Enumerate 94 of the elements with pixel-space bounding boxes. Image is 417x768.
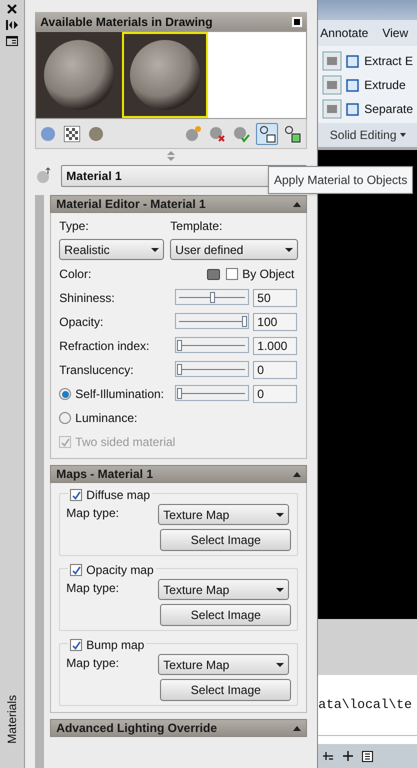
caret-icon [276, 512, 284, 516]
section-title: Maps - Material 1 [56, 466, 153, 483]
delete-material-icon[interactable] [208, 124, 226, 142]
section-title: Material Editor - Material 1 [56, 196, 206, 213]
apply-check-icon[interactable] [232, 124, 250, 142]
slider-thumb[interactable] [177, 364, 182, 375]
caret-icon [151, 248, 160, 252]
map-type-label: Map type: [66, 580, 120, 597]
property-label: Luminance: [75, 410, 138, 427]
slider-thumb[interactable] [242, 316, 248, 327]
checkbox[interactable] [70, 564, 82, 576]
select-image-button[interactable]: Select Image [160, 604, 292, 626]
property-label: Refraction index: [59, 338, 150, 355]
radio-button[interactable] [59, 388, 72, 400]
caret-icon [276, 588, 284, 592]
map-type-label: Map type: [66, 505, 120, 522]
caret-icon [285, 248, 294, 252]
box-icon[interactable] [346, 100, 360, 116]
radio-button[interactable] [59, 412, 72, 424]
section-header[interactable]: Maps - Material 1 [50, 465, 308, 483]
select-image-button[interactable]: Select Image [160, 679, 292, 701]
value-field[interactable]: 1.000 [253, 337, 298, 355]
select-image-button[interactable]: Select Image [160, 529, 292, 551]
property-label: Opacity: [59, 314, 104, 331]
auto-hide-icon[interactable] [6, 20, 18, 30]
slider-track[interactable] [175, 361, 250, 377]
collapse-icon[interactable] [293, 472, 302, 476]
color-swatch[interactable] [207, 268, 220, 280]
slider-track[interactable] [175, 385, 250, 401]
solid-tool-icon[interactable] [322, 98, 342, 118]
dropdown[interactable]: User defined [170, 239, 298, 260]
command-history: ata\local\te [318, 675, 417, 735]
dropdown[interactable]: Texture Map [158, 654, 290, 675]
property-label: Translucency: [59, 362, 134, 379]
tool-label[interactable]: Extract E [364, 52, 413, 70]
tooltip: Apply Material to Objects [268, 166, 414, 194]
value-field[interactable]: 50 [253, 289, 298, 307]
sphere-icon [129, 39, 202, 111]
map-type-label: Map type: [66, 655, 120, 672]
grid-icon[interactable] [362, 750, 374, 762]
type-label: Type: [59, 218, 90, 235]
slider-track[interactable] [175, 289, 250, 305]
checkbox[interactable] [226, 268, 238, 280]
material-swatch[interactable] [36, 32, 122, 118]
tool-label[interactable]: Separate [364, 100, 413, 118]
caret-icon [400, 133, 406, 137]
box-icon[interactable] [346, 76, 360, 92]
checkbox-label: Bump map [86, 637, 144, 654]
tool-label[interactable]: Extrude [364, 76, 406, 94]
ribbon-tab[interactable]: View [382, 24, 408, 42]
solid-tool-icon[interactable] [322, 50, 342, 70]
snap-icon[interactable] [322, 750, 334, 762]
property-label: Shininess: [59, 290, 115, 307]
plus-icon[interactable] [342, 750, 354, 762]
slider-thumb[interactable] [210, 292, 215, 303]
caret-icon [276, 662, 284, 666]
checkbox[interactable] [70, 639, 82, 651]
command-input-field[interactable] [318, 735, 417, 744]
palette-label: Materials [4, 695, 20, 744]
checker-icon[interactable] [64, 126, 80, 142]
splitter-icon[interactable] [167, 151, 176, 161]
section-header[interactable]: Material Editor - Material 1 [50, 195, 308, 213]
dropdown[interactable]: Texture Map [158, 504, 290, 525]
value-field[interactable]: 0 [253, 361, 298, 379]
collapse-icon[interactable] [293, 726, 302, 730]
checkbox-label: Diffuse map [86, 487, 150, 504]
sphere-icon[interactable] [88, 126, 104, 142]
slider-track[interactable] [175, 313, 250, 329]
section-title: Available Materials in Drawing [40, 14, 213, 30]
checkbox-label: Opacity map [86, 562, 154, 579]
color-label: Color: [59, 266, 92, 283]
slider-thumb[interactable] [177, 340, 182, 351]
dropdown[interactable]: Texture Map [158, 579, 290, 600]
value-field[interactable]: 0 [253, 385, 298, 403]
checkbox[interactable] [70, 489, 82, 501]
dropdown[interactable]: Realistic [59, 239, 164, 260]
slider-track[interactable] [175, 337, 250, 353]
close-icon[interactable] [7, 4, 18, 14]
scrollbar[interactable] [35, 195, 44, 768]
box-icon[interactable] [346, 52, 360, 68]
slider-thumb[interactable] [177, 388, 182, 399]
sphere-icon [43, 39, 116, 111]
properties-icon[interactable] [6, 36, 18, 46]
checkbox-label: Two sided material [75, 434, 176, 451]
value-field[interactable]: 100 [253, 313, 298, 331]
property-label: Self-Illumination: [75, 386, 164, 403]
solid-tool-icon[interactable] [322, 74, 342, 94]
maximize-icon[interactable] [292, 16, 302, 26]
section-title: Advanced Lighting Override [56, 720, 217, 737]
checkbox-label: By Object [242, 266, 294, 283]
ribbon-tab[interactable]: Annotate [320, 24, 368, 42]
template-label: Template: [170, 218, 224, 235]
section-header[interactable]: Advanced Lighting Override [50, 719, 308, 737]
collapse-icon[interactable] [293, 202, 302, 206]
